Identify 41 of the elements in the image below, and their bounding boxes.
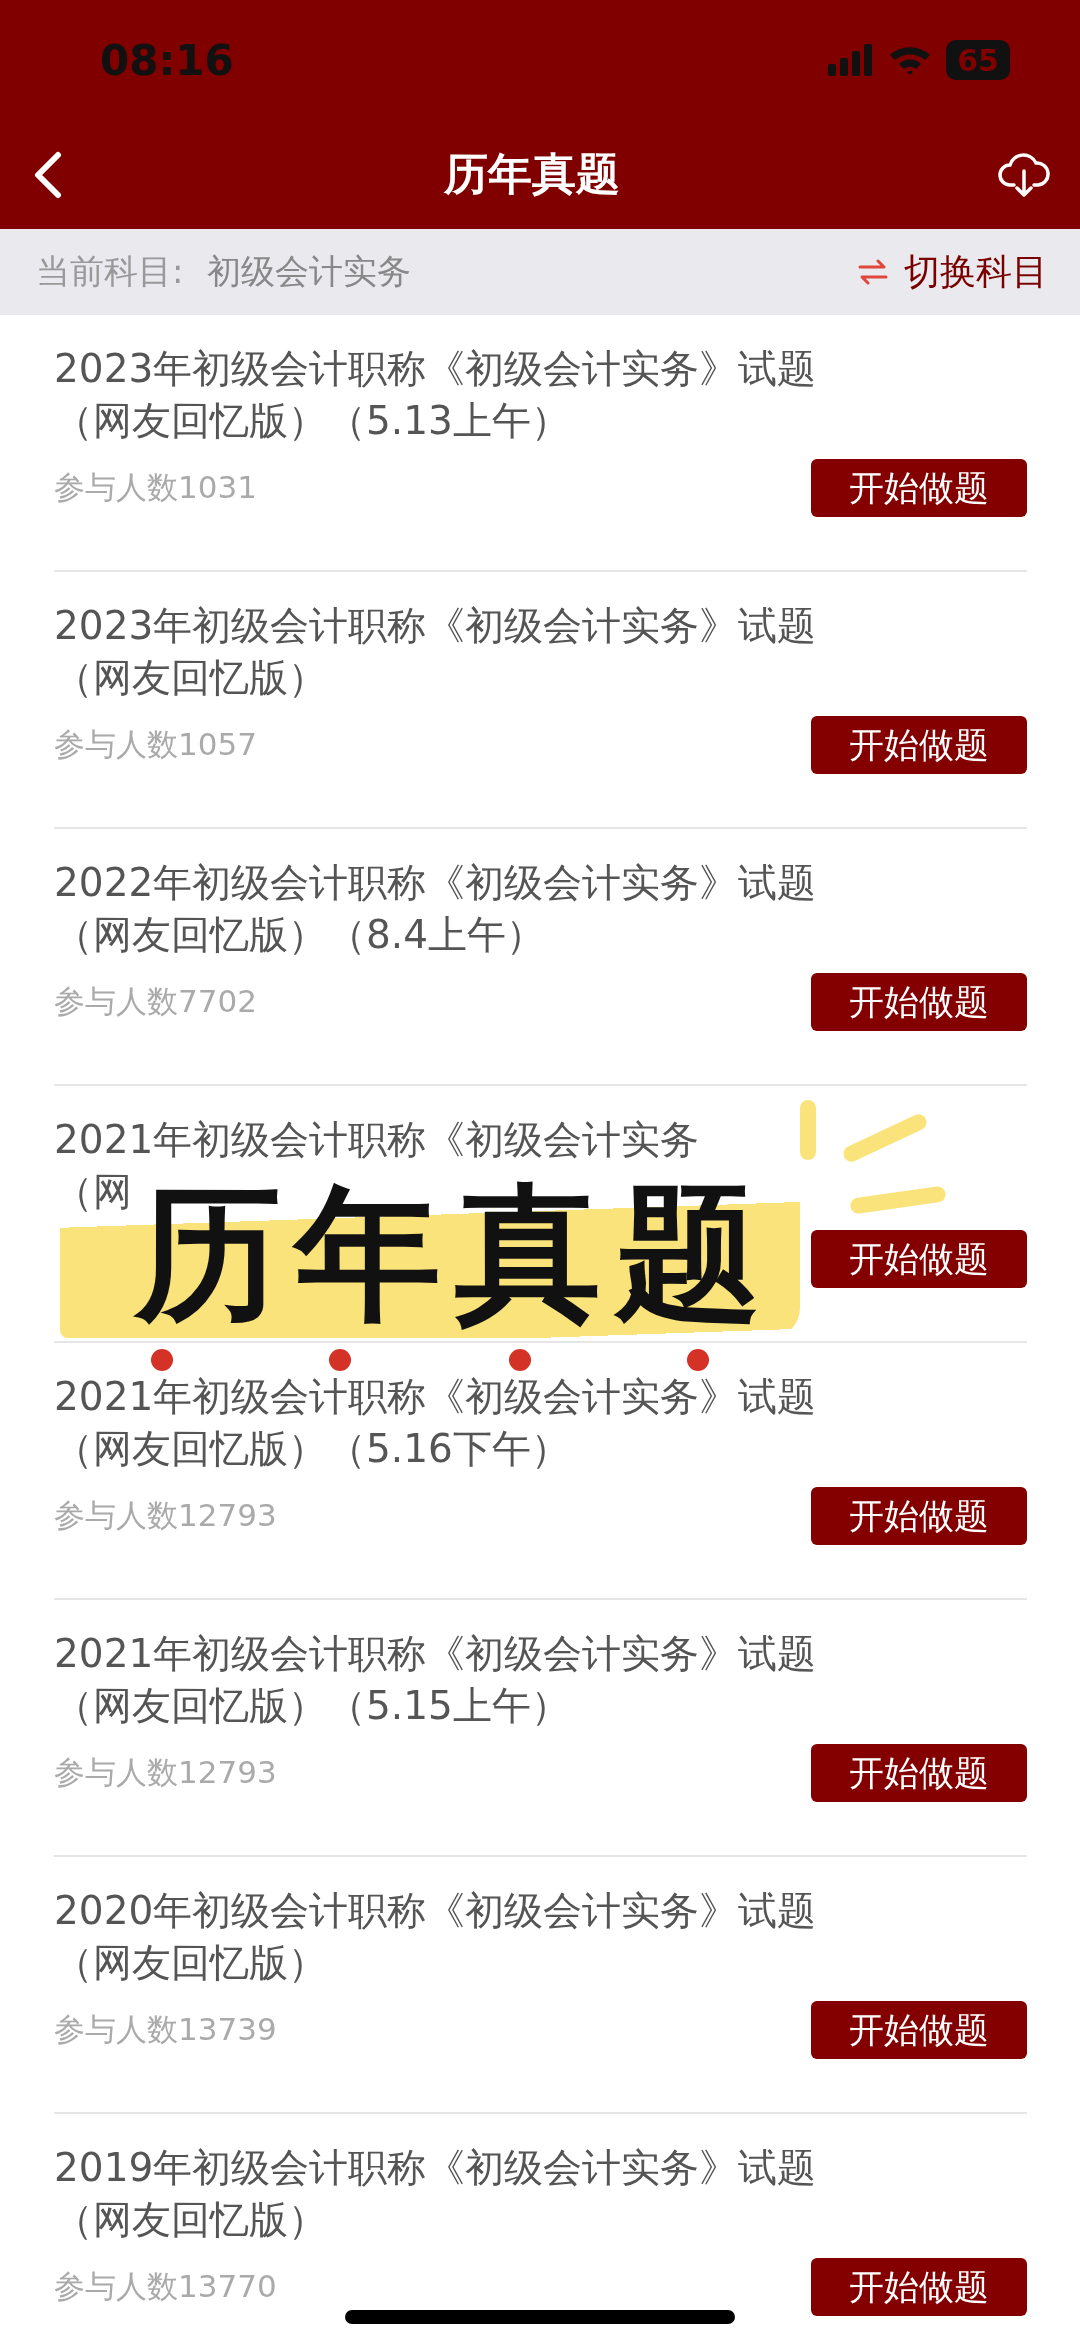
battery-icon: 65: [946, 40, 1010, 80]
participant-count: 参与人数7702: [54, 982, 257, 1021]
wifi-icon: [888, 44, 932, 76]
paper-subtitle: （网友回忆版）（5.16下午）: [54, 1425, 571, 1473]
paper-title: 2019年初级会计职称《初级会计实务》试题: [54, 2144, 818, 2192]
page-title: 历年真题: [444, 147, 620, 201]
start-button[interactable]: 开始做题: [811, 2001, 1027, 2059]
paper-title: 2020年初级会计职称《初级会计实务》试题: [54, 1887, 818, 1935]
signal-icon: [828, 44, 874, 76]
participant-count: 参与人数1057: [54, 725, 257, 764]
start-button[interactable]: 开始做题: [811, 1487, 1027, 1545]
paper-subtitle: （网友回忆版）: [54, 654, 328, 702]
paper-subtitle: （网友回忆版）: [54, 2196, 328, 2244]
paper-subtitle: （网: [54, 1168, 133, 1216]
start-button[interactable]: 开始做题: [811, 459, 1027, 517]
paper-subtitle: （网友回忆版）（8.4上午）: [54, 911, 547, 959]
swap-icon: [858, 259, 888, 285]
participant-count: 参与人数1031: [54, 468, 257, 507]
participant-count: 参与人数12793: [54, 1753, 277, 1792]
start-button[interactable]: 开始做题: [811, 1744, 1027, 1802]
paper-title: 2021年初级会计职称《初级会计实务》试题: [54, 1373, 818, 1421]
start-button[interactable]: 开始做题: [811, 2258, 1027, 2316]
paper-subtitle: （网友回忆版）: [54, 1939, 328, 1987]
start-button[interactable]: 开始做题: [811, 973, 1027, 1031]
paper-title: 2021年初级会计职称《初级会计实务》试题: [54, 1630, 818, 1678]
status-time: 08:16: [100, 35, 234, 85]
paper-subtitle: （网友回忆版）（5.13上午）: [54, 397, 571, 445]
participant-count: 参与人数13770: [54, 2267, 277, 2306]
participant-count: 参与人数12793: [54, 1496, 277, 1535]
paper-title: 2023年初级会计职称《初级会计实务》试题: [54, 345, 818, 393]
start-button[interactable]: 开始做题: [811, 716, 1027, 774]
cloud-download-icon[interactable]: [998, 150, 1050, 199]
start-button[interactable]: 开始做题: [811, 1230, 1027, 1288]
paper-subtitle: （网友回忆版）（5.15上午）: [54, 1682, 571, 1730]
paper-title: 2021年初级会计职称《初级会计实务: [54, 1116, 701, 1164]
paper-title: 2023年初级会计职称《初级会计实务》试题: [54, 602, 818, 650]
switch-subject-link[interactable]: 切换科目: [904, 247, 1048, 297]
participant-count: 参与人数13739: [54, 2010, 277, 2049]
paper-title: 2022年初级会计职称《初级会计实务》试题: [54, 859, 818, 907]
subject-name: 初级会计实务: [207, 250, 412, 293]
subject-label: 当前科目:: [36, 250, 184, 293]
